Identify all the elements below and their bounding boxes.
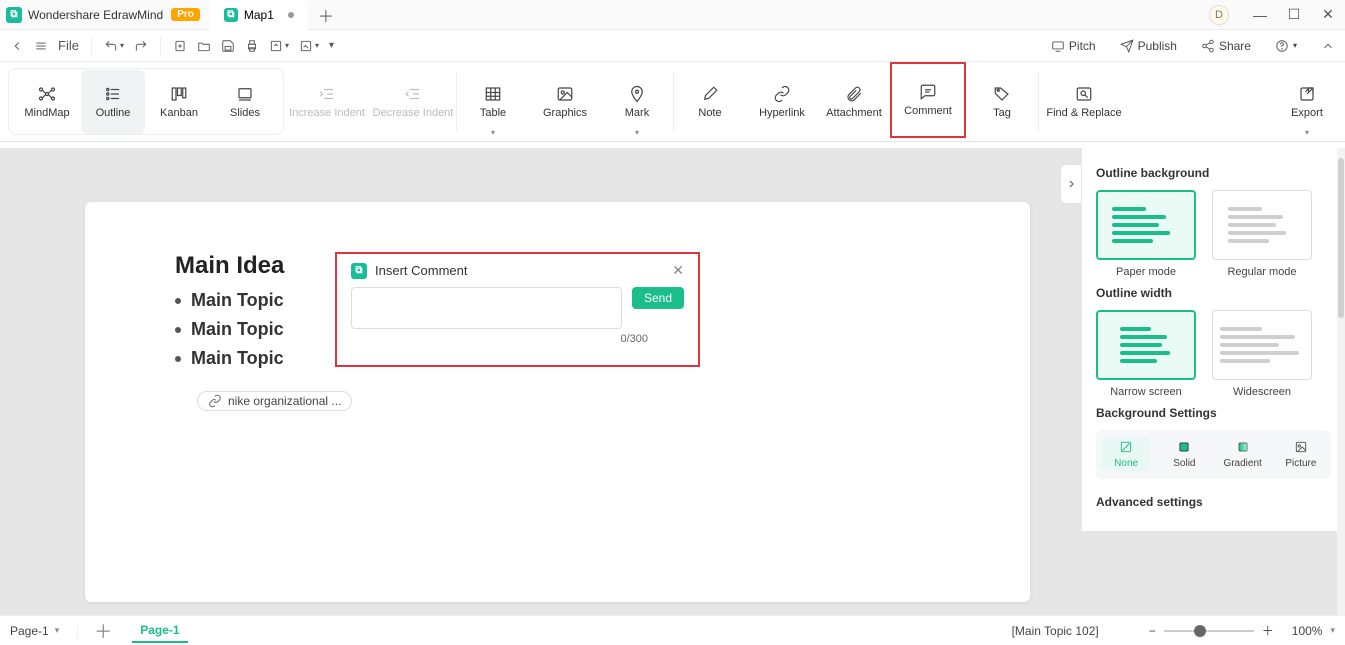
redo-button[interactable] [134,39,148,53]
close-button[interactable]: ✕ [1311,6,1345,23]
kanban-view-button[interactable]: Kanban [147,70,211,134]
slides-view-button[interactable]: Slides [213,70,277,134]
popup-logo-icon: ⧉ [351,263,367,279]
slides-label: Slides [230,107,260,119]
tab-modified-dot-icon [288,12,294,18]
add-page-button[interactable]: ＋ [88,618,118,644]
pitch-button[interactable]: Pitch [1051,39,1096,53]
insert-comment-popup: ⧉ Insert Comment ✕ Send 0/300 [335,252,700,367]
kanban-label: Kanban [160,107,198,119]
app-logo-icon: ⧉ [6,7,22,23]
outline-width-title: Outline width [1096,286,1331,300]
current-page-tab[interactable]: Page-1 [132,619,187,643]
note-button[interactable]: Note [674,62,746,141]
decrease-indent-button[interactable]: Decrease Indent [370,62,456,141]
mindmap-label: MindMap [24,107,69,119]
pro-badge: Pro [171,8,200,21]
zoom-in-button[interactable]: ＋ [1262,622,1274,639]
bg-settings-row: None Solid Gradient Picture [1096,430,1331,479]
minimize-button[interactable]: — [1243,7,1277,23]
outline-bg-title: Outline background [1096,166,1331,180]
edit-dropdown-button[interactable]: ▾ [299,39,319,53]
print-button[interactable] [245,39,259,53]
save-button[interactable] [221,39,235,53]
comment-button[interactable]: Comment [892,83,964,117]
tag-button[interactable]: Tag [966,62,1038,141]
help-button[interactable]: ▾ [1275,39,1297,53]
popup-title: Insert Comment [375,263,664,278]
right-panel-scrollbar[interactable] [1337,148,1345,615]
collapse-ribbon-button[interactable] [1321,39,1335,53]
zoom-percent[interactable]: 100% [1292,624,1323,638]
file-menu[interactable]: File [58,38,79,53]
attachment-chip[interactable]: nike organizational ... [197,391,352,411]
status-text: [Main Topic 102] [1012,624,1099,638]
bg-none-option[interactable]: None [1102,438,1150,471]
hyperlink-button[interactable]: Hyperlink [746,62,818,141]
link-icon [208,394,222,408]
workspace: › Main Idea Main Topic Main Topic Main T… [0,148,1345,615]
user-avatar[interactable]: D [1209,5,1229,25]
attachment-button[interactable]: Attachment [818,62,890,141]
share-button[interactable]: Share [1201,39,1251,53]
zoom-slider[interactable] [1164,630,1254,632]
increase-indent-button[interactable]: Increase Indent [284,62,370,141]
narrow-screen-option[interactable]: Narrow screen [1096,310,1196,398]
right-panel: Outline background Paper mode Regular mo… [1081,148,1345,531]
widescreen-option[interactable]: Widescreen [1212,310,1312,398]
bg-gradient-option[interactable]: Gradient [1219,438,1267,471]
new-tab-button[interactable]: ＋ [318,3,334,27]
open-file-button[interactable] [197,39,211,53]
publish-button[interactable]: Publish [1120,39,1177,53]
mindmap-view-button[interactable]: MindMap [15,70,79,134]
app-name: Wondershare EdrawMind [28,8,163,22]
outline-view-button[interactable]: Outline [81,70,145,134]
comment-button-highlight: Comment [890,62,966,138]
tab-logo-icon: ⧉ [224,8,238,22]
page-dropdown[interactable]: Page-1▾ [10,624,78,638]
menubar: File ▾ ▾ ▾ ▾ Pitch Publish Share ▾ [0,30,1345,62]
mark-button[interactable]: Mark▾ [601,62,673,141]
zoom-control: − ＋ 100% ▾ [1149,622,1335,639]
bg-picture-option[interactable]: Picture [1277,438,1325,471]
back-button[interactable] [10,39,24,53]
paper-mode-option[interactable]: Paper mode [1096,190,1196,278]
comment-input[interactable] [351,287,622,329]
undo-button[interactable]: ▾ [104,39,124,53]
statusbar: Page-1▾ ＋ Page-1 [Main Topic 102] − ＋ 10… [0,615,1345,645]
find-replace-button[interactable]: Find & Replace [1039,62,1129,141]
ribbon: MindMap Outline Kanban Slides Increase I… [0,62,1345,142]
maximize-button[interactable]: ☐ [1277,6,1311,23]
popup-close-button[interactable]: ✕ [672,262,684,279]
advanced-settings-title: Advanced settings [1096,495,1331,509]
outline-label: Outline [96,107,131,119]
menu-button[interactable] [34,39,48,53]
titlebar: ⧉ Wondershare EdrawMind Pro ⧉ Map1 ＋ D —… [0,0,1345,30]
zoom-out-button[interactable]: − [1149,624,1156,638]
new-file-button[interactable] [173,39,187,53]
view-switcher: MindMap Outline Kanban Slides [8,68,284,135]
more-dropdown-button[interactable]: ▾ [329,40,334,51]
export-button[interactable]: Export▾ [1277,62,1337,141]
document-tab[interactable]: ⧉ Map1 [210,0,308,30]
regular-mode-option[interactable]: Regular mode [1212,190,1312,278]
send-comment-button[interactable]: Send [632,287,684,309]
table-button[interactable]: Table▾ [457,62,529,141]
panel-collapse-button[interactable]: › [1060,164,1081,204]
bg-settings-title: Background Settings [1096,406,1331,420]
comment-char-counter: 0/300 [337,329,698,345]
graphics-button[interactable]: Graphics [529,62,601,141]
canvas-area[interactable]: › Main Idea Main Topic Main Topic Main T… [0,148,1081,615]
tab-label: Map1 [244,8,274,22]
bg-solid-option[interactable]: Solid [1160,438,1208,471]
export-dropdown-button[interactable]: ▾ [269,39,289,53]
